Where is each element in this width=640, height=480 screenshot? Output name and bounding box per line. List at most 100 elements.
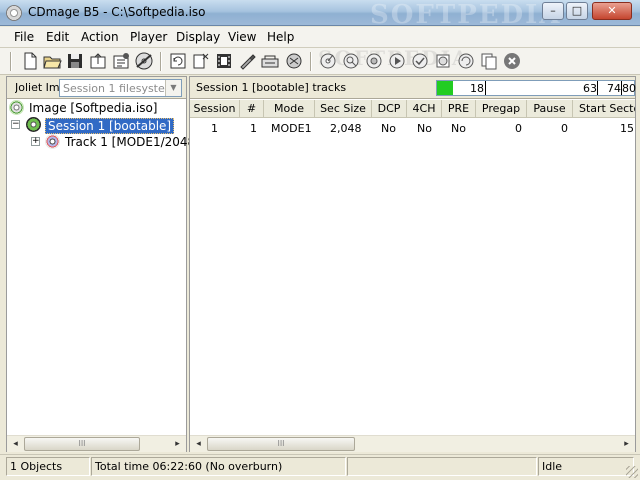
scroll-left-icon[interactable]: ◂ [190,436,207,452]
column-header-mode[interactable]: Mode [264,100,315,117]
disc-tools-icon[interactable] [433,51,453,71]
cell-session: 1 [211,122,218,135]
refresh-icon[interactable] [168,51,188,71]
track-bar-marker [485,81,486,95]
cell-pre: No [451,122,466,135]
properties-icon[interactable] [111,51,131,71]
export-icon[interactable] [88,51,108,71]
inspect-icon[interactable] [260,51,280,71]
status-objects: 1 Objects [6,457,90,476]
disc-zoom-icon[interactable] [364,51,384,71]
status-empty-pane [347,457,537,476]
tracks-table-body: 1 1 MODE1 2,048 No No No 0 0 15 [190,119,635,436]
status-total-time: Total time 06:22:60 (No overburn) [91,457,346,476]
tracks-horizontal-scrollbar[interactable]: ◂ III ▸ [190,435,635,452]
toolbar: SOFTPEDIA [0,46,640,75]
column-header-start-sector[interactable]: Start Sector [573,100,635,117]
chevron-down-icon[interactable]: ▼ [165,80,181,96]
disc-check-icon[interactable] [410,51,430,71]
disc-refresh-icon[interactable] [456,51,476,71]
tracks-header: Session 1 [bootable] tracks 18 63 74 80 [190,77,636,99]
collapse-icon[interactable]: − [11,120,20,129]
cell-dcp: No [381,122,396,135]
film-icon[interactable] [214,51,234,71]
filesystem-select[interactable]: Session 1 filesystem ▼ [59,79,182,97]
menu-help[interactable]: Help [267,30,294,44]
cell-mode: MODE1 [271,122,312,135]
track-disc-icon [45,134,60,149]
column-header-4ch[interactable]: 4CH [407,100,442,117]
save-icon[interactable] [65,51,85,71]
filesystem-select-value: Session 1 filesystem [63,82,176,95]
tree-item-session[interactable]: − Session 1 [bootable] [11,117,185,134]
brush-icon[interactable] [237,51,257,71]
tracks-panel: Session 1 [bootable] tracks 18 63 74 80 … [189,76,636,452]
toolbar-separator [310,52,312,71]
menu-player[interactable]: Player [130,30,167,44]
status-bar: 1 Objects Total time 06:22:60 (No overbu… [0,454,640,480]
track-bar-number: 80 [622,82,636,95]
compare-icon[interactable] [284,51,304,71]
stop-icon[interactable] [502,51,522,71]
table-row[interactable]: 1 1 MODE1 2,048 No No No 0 0 15 [190,119,635,137]
tree-item-label: Track 1 [MODE1/2048] [65,135,200,149]
column-header-pause[interactable]: Pause [527,100,573,117]
menu-edit[interactable]: Edit [46,30,69,44]
expand-icon[interactable]: + [31,137,40,146]
copy-icon[interactable] [479,51,499,71]
disc-scan-icon[interactable] [318,51,338,71]
extract-icon[interactable] [191,51,211,71]
session-tree: Image [Softpedia.iso] − Session 1 [boota… [7,100,200,434]
minimize-button[interactable]: – [542,2,564,20]
new-icon[interactable] [20,51,40,71]
tree-item-image[interactable]: Image [Softpedia.iso] [9,100,185,117]
track-bar-number: 63 [583,82,597,95]
app-window: CDmage B5 - C:\Softpedia.iso SOFTPEDIA –… [0,0,640,480]
menu-view[interactable]: View [228,30,256,44]
tree-item-track[interactable]: + Track 1 [MODE1/2048] [31,134,200,151]
resize-grip-icon[interactable] [626,466,638,478]
disc-search-icon[interactable] [341,51,361,71]
burn-icon[interactable] [134,51,154,71]
menu-action[interactable]: Action [81,30,119,44]
track-bar-number: 74 [607,82,621,95]
column-header-pregap[interactable]: Pregap [476,100,527,117]
menu-bar: File Edit Action Player Display View Hel… [0,27,640,48]
column-header-pre[interactable]: PRE [442,100,476,117]
filesystem-tree-panel: Joliet Image Session 1 filesystem ▼ Imag… [6,76,200,452]
tracks-table-header: Session # Mode Sec Size DCP 4CH PRE Preg… [190,100,635,118]
scroll-left-icon[interactable]: ◂ [7,436,24,452]
column-header-session[interactable]: Session [190,100,240,117]
toolbar-separator [10,52,12,71]
menu-file[interactable]: File [14,30,34,44]
window-title: CDmage B5 - C:\Softpedia.iso [28,5,206,19]
toolbar-separator [160,52,162,71]
cell-sec-size: 2,048 [330,122,362,135]
scrollbar-thumb[interactable]: III [207,437,355,451]
tree-item-label: Image [Softpedia.iso] [29,101,158,115]
maximize-button[interactable]: □ [566,2,588,20]
cell-start-sector: 15 [620,122,634,135]
scroll-right-icon[interactable]: ▸ [618,436,635,452]
scroll-right-icon[interactable]: ▸ [169,436,186,452]
track-bar-number: 18 [470,82,484,95]
cell-pause: 0 [561,122,568,135]
open-icon[interactable] [42,51,62,71]
column-header-dcp[interactable]: DCP [372,100,407,117]
title-bar[interactable]: CDmage B5 - C:\Softpedia.iso SOFTPEDIA –… [0,0,640,30]
tree-item-label: Session 1 [bootable] [45,118,175,134]
menu-display[interactable]: Display [176,30,220,44]
disc-play-icon[interactable] [387,51,407,71]
column-header-sec-size[interactable]: Sec Size [315,100,372,117]
track-layout-bar: 18 63 74 80 [436,80,636,96]
track-segment [437,81,453,95]
status-state: Idle [538,457,634,476]
cdmage-app-icon[interactable] [6,5,22,21]
tree-horizontal-scrollbar[interactable]: ◂ III ▸ [7,435,186,452]
scrollbar-thumb[interactable]: III [24,437,140,451]
column-header-number[interactable]: # [240,100,264,117]
image-disc-icon [9,100,24,115]
cell-4ch: No [417,122,432,135]
close-button[interactable]: ✕ [592,2,632,20]
track-bar-marker [597,81,598,95]
